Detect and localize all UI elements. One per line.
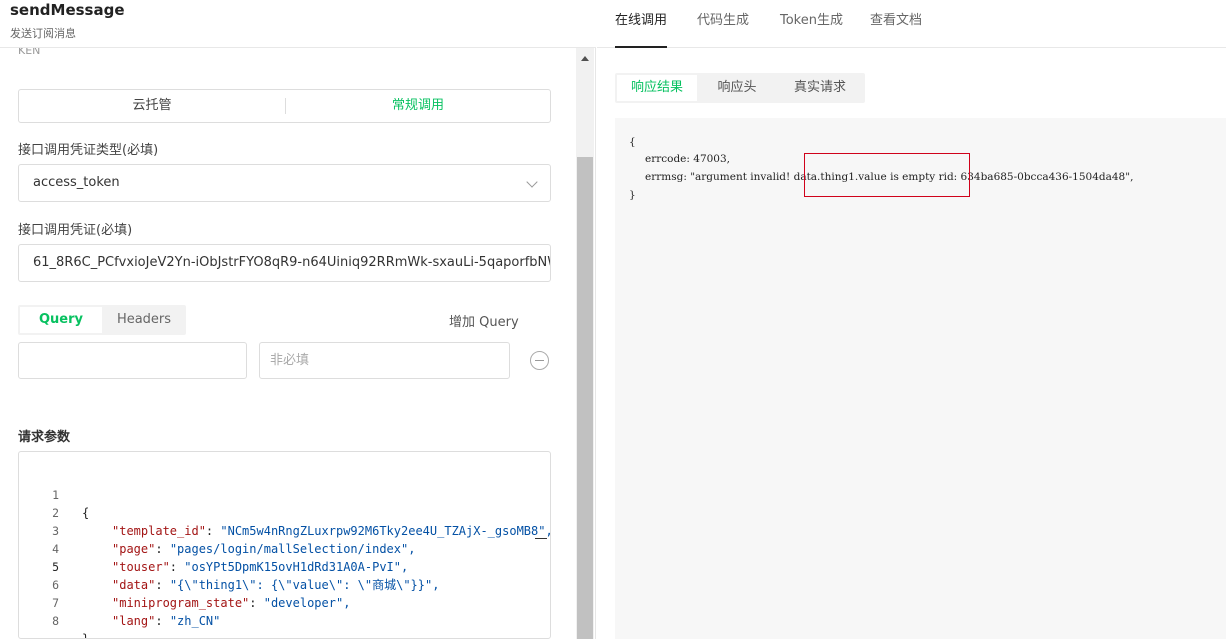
- code-line: 1 {: [19, 468, 549, 520]
- active-tab-indicator: [615, 46, 667, 48]
- code-line: 7 "lang": "zh_CN": [19, 576, 549, 628]
- tab-real-request[interactable]: 真实请求: [777, 73, 863, 103]
- query-value-input[interactable]: 非必填: [259, 342, 510, 379]
- request-panel: KEN sendMessage 发送订阅消息 云托管 常规调用 接口调用凭证类型…: [0, 0, 596, 639]
- query-tabs: Query Headers: [18, 305, 186, 335]
- error-highlight-box: [804, 153, 970, 197]
- api-description: 发送订阅消息: [10, 27, 76, 40]
- scroll-up-arrow-icon[interactable]: [576, 52, 594, 66]
- call-mode-switch: 云托管 常规调用: [18, 89, 551, 123]
- tab-headers[interactable]: Headers: [102, 305, 186, 335]
- code-line: 8 }: [19, 594, 549, 638]
- tab-token-generation[interactable]: Token生成: [780, 9, 843, 28]
- code-text: }: [82, 632, 90, 639]
- tab-code-generation[interactable]: 代码生成: [697, 9, 749, 28]
- credential-type-label: 接口调用凭证类型(必填): [18, 143, 159, 158]
- call-mode-cloud-hosting[interactable]: 云托管: [19, 90, 285, 122]
- remove-param-icon[interactable]: [530, 351, 549, 370]
- response-panel: 在线调用 代码生成 Token生成 查看文档 响应结果 响应头 真实请求 { e…: [597, 0, 1226, 639]
- tab-online-call[interactable]: 在线调用: [615, 9, 667, 28]
- line-number: 8: [52, 614, 59, 628]
- call-mode-regular[interactable]: 常规调用: [285, 90, 551, 122]
- code-text: "lang": "zh_CN": [112, 614, 221, 628]
- request-params-title: 请求参数: [18, 430, 71, 445]
- credential-label: 接口调用凭证(必填): [18, 223, 133, 238]
- text-cursor: [535, 538, 547, 539]
- credential-input[interactable]: 61_8R6C_PCfvxioJeV2Yn-iObJstrFYO8qR9-n64…: [18, 244, 551, 282]
- request-body-editor[interactable]: 1 { 2 "template_id": "NCm5w4nRngZLuxrpw9…: [18, 451, 551, 639]
- errmsg-prefix: errmsg: "argument invalid!: [645, 171, 794, 183]
- json-key: "lang": [112, 614, 156, 628]
- result-tabs: 响应结果 响应头 真实请求: [615, 73, 865, 103]
- code-line: 2 "template_id": "NCm5w4nRngZLuxrpw92M6T…: [19, 486, 550, 538]
- chevron-down-icon: [526, 176, 538, 188]
- code-line: 3 "page": "pages/login/mallSelection/ind…: [19, 504, 549, 556]
- response-body: { errcode: 47003, errmsg: "argument inva…: [615, 118, 1226, 639]
- credential-type-value: access_token: [33, 175, 120, 190]
- credential-type-select[interactable]: access_token: [18, 164, 551, 202]
- tab-view-docs[interactable]: 查看文档: [870, 9, 922, 28]
- query-key-input[interactable]: [18, 342, 247, 379]
- tab-response-headers[interactable]: 响应头: [697, 73, 777, 103]
- code-line: 6 "miniprogram_state": "developer",: [19, 558, 549, 610]
- scrollbar-thumb[interactable]: [577, 157, 593, 639]
- main-tabs: 在线调用 代码生成 Token生成 查看文档: [597, 0, 1226, 48]
- response-open-brace: {: [629, 136, 636, 148]
- code-line: 4 "touser": "osYPt5DpmK15ovH1dRd31A0A-Pv…: [19, 522, 549, 574]
- tab-response-result[interactable]: 响应结果: [617, 75, 697, 101]
- json-value: "zh_CN": [169, 614, 221, 628]
- add-query-button[interactable]: 增加 Query: [449, 311, 519, 330]
- tab-query[interactable]: Query: [20, 307, 102, 333]
- code-line: 5 "data": "{\"thing1\": {\"value\": \"商城…: [19, 540, 549, 592]
- response-close-brace: }: [629, 189, 636, 201]
- api-header: sendMessage 发送订阅消息: [0, 0, 596, 48]
- api-name: sendMessage: [10, 1, 125, 19]
- response-errcode: errcode: 47003,: [645, 153, 731, 165]
